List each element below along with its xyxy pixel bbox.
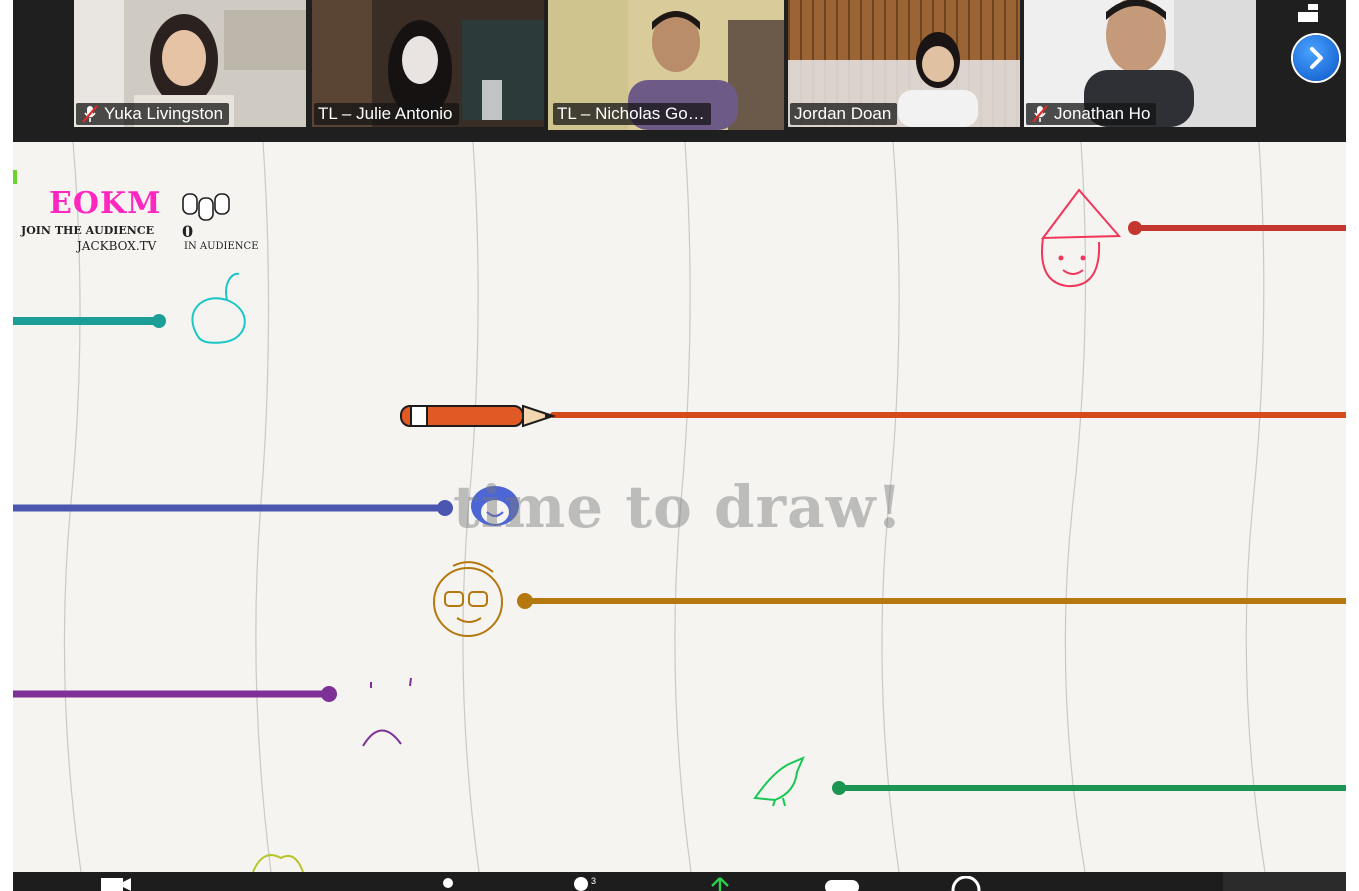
participant-name: TL – Nicholas Go… xyxy=(557,104,705,123)
audience-count: 0 xyxy=(182,222,194,241)
svg-text:3: 3 xyxy=(591,876,596,886)
share-screen-icon[interactable] xyxy=(707,876,733,891)
player-doodle-gold xyxy=(433,561,503,637)
jackbox-site: JACKBOX.TV xyxy=(77,239,157,253)
participant-tile-active-speaker[interactable]: TL – Nicholas Go… xyxy=(548,0,784,130)
shared-screen-game-board: EOKM JOIN THE AUDIENCE JACKBOX.TV 0 IN A… xyxy=(13,142,1346,872)
zoom-meeting-window: Yuka Livingston TL – Julie Antonio TL – … xyxy=(0,0,1359,891)
player-doodle-red xyxy=(1040,188,1122,288)
participant-name: Jordan Doan xyxy=(794,104,892,123)
audience-label: IN AUDIENCE xyxy=(184,241,259,252)
audience-icon xyxy=(182,193,230,221)
pencil-icon xyxy=(400,404,557,428)
participant-tile[interactable]: Jonathan Ho xyxy=(1024,0,1256,127)
record-icon[interactable] xyxy=(948,876,984,891)
chevron-right-icon xyxy=(1310,47,1323,69)
player-line-end xyxy=(321,686,337,702)
gallery-controls xyxy=(1276,0,1346,142)
participant-tile[interactable]: Jordan Doan xyxy=(788,0,1020,127)
security-icon[interactable] xyxy=(441,876,455,891)
player-line-end xyxy=(1128,221,1142,235)
participant-name-tag: Jordan Doan xyxy=(790,103,898,125)
end-meeting-area[interactable] xyxy=(1223,872,1346,891)
participant-name: TL – Julie Antonio xyxy=(318,104,453,123)
participant-name-tag: TL – Nicholas Go… xyxy=(553,103,711,125)
gallery-view-icon[interactable] xyxy=(1298,4,1322,22)
player-line-end xyxy=(832,781,846,795)
game-prompt: time to draw! xyxy=(453,473,904,541)
participant-tile[interactable]: Yuka Livingston xyxy=(74,0,306,127)
participants-icon[interactable]: 3 xyxy=(569,876,609,891)
corner-marker xyxy=(13,170,17,184)
player-line-end xyxy=(152,314,166,328)
participant-name-tag: Yuka Livingston xyxy=(76,103,230,125)
audience-info: EOKM JOIN THE AUDIENCE JACKBOX.TV 0 IN A… xyxy=(21,186,281,256)
player-doodle-teal xyxy=(191,272,246,344)
mic-muted-icon xyxy=(1032,105,1048,123)
next-page-button[interactable] xyxy=(1293,35,1339,81)
player-line-end xyxy=(517,593,533,609)
participant-name: Yuka Livingston xyxy=(104,104,224,123)
mic-muted-icon xyxy=(82,105,98,123)
window-right-margin xyxy=(1346,0,1359,891)
meeting-toolbar: 3 xyxy=(13,872,1346,891)
chat-icon[interactable] xyxy=(823,876,863,891)
participant-name-tag: Jonathan Ho xyxy=(1026,103,1157,125)
join-audience-label: JOIN THE AUDIENCE xyxy=(21,224,154,237)
participant-name: Jonathan Ho xyxy=(1054,104,1151,123)
room-code: EOKM xyxy=(49,186,162,221)
window-left-margin xyxy=(0,0,13,891)
participant-gallery: Yuka Livingston TL – Julie Antonio TL – … xyxy=(13,0,1346,142)
player-doodle-green xyxy=(753,756,805,807)
player-doodle-yellow xyxy=(252,854,304,872)
player-line-end xyxy=(437,500,453,516)
player-doodle-purple xyxy=(362,677,412,747)
participant-tile[interactable]: TL – Julie Antonio xyxy=(312,0,544,127)
participant-name-tag: TL – Julie Antonio xyxy=(314,103,459,125)
video-icon[interactable] xyxy=(99,876,135,891)
